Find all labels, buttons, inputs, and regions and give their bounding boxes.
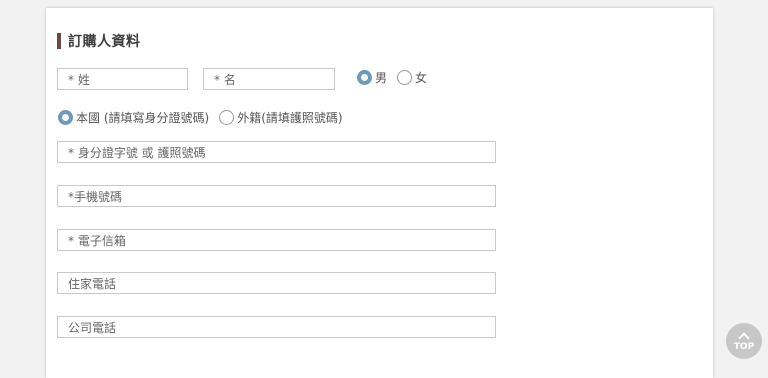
nationality-radio-group: 本國 (請填寫身分證號碼) 外籍(請填護照號碼) (58, 109, 353, 126)
gender-option-female-label: 女 (415, 71, 428, 85)
section-title: 訂購人資料 (57, 32, 141, 50)
nationality-option-local-label: 本國 (請填寫身分證號碼) (76, 111, 210, 125)
mobile-input[interactable]: *手機號碼 (57, 185, 496, 207)
nationality-option-foreign-label: 外籍(請填護照號碼) (237, 111, 343, 125)
mobile-placeholder: *手機號碼 (68, 189, 123, 204)
order-form-panel: 訂購人資料 * 姓 * 名 男 女 本國 (請填寫身分證號碼) 外籍(請填護照號… (46, 8, 713, 378)
home-phone-input[interactable]: 住家電話 (57, 272, 496, 294)
gender-option-female[interactable]: 女 (397, 69, 427, 86)
office-phone-placeholder: 公司電話 (68, 320, 117, 335)
back-to-top-button[interactable]: TOP (726, 323, 762, 359)
id-number-input[interactable]: * 身分證字號 或 護照號碼 (57, 141, 496, 163)
gender-radio-group: 男 女 (357, 69, 437, 86)
email-input[interactable]: * 電子信箱 (57, 229, 496, 251)
gender-option-male[interactable]: 男 (357, 69, 387, 86)
radio-checked-icon[interactable] (58, 110, 73, 125)
first-name-input[interactable]: * 名 (203, 68, 335, 90)
email-placeholder: * 電子信箱 (68, 233, 126, 248)
nationality-option-local[interactable]: 本國 (請填寫身分證號碼) (58, 109, 209, 126)
radio-checked-icon[interactable] (357, 70, 372, 85)
last-name-placeholder: * 姓 (68, 72, 90, 87)
office-phone-input[interactable]: 公司電話 (57, 316, 496, 338)
title-bar-marker (57, 33, 61, 49)
id-number-placeholder: * 身分證字號 或 護照號碼 (68, 145, 206, 160)
first-name-placeholder: * 名 (214, 72, 236, 87)
last-name-input[interactable]: * 姓 (57, 68, 188, 90)
nationality-option-foreign[interactable]: 外籍(請填護照號碼) (219, 109, 343, 126)
home-phone-placeholder: 住家電話 (68, 276, 117, 291)
top-button-label: TOP (733, 341, 755, 352)
gender-option-male-label: 男 (375, 71, 388, 85)
radio-unchecked-icon[interactable] (219, 110, 235, 125)
section-title-text: 訂購人資料 (68, 34, 141, 50)
radio-unchecked-icon[interactable] (397, 70, 413, 85)
